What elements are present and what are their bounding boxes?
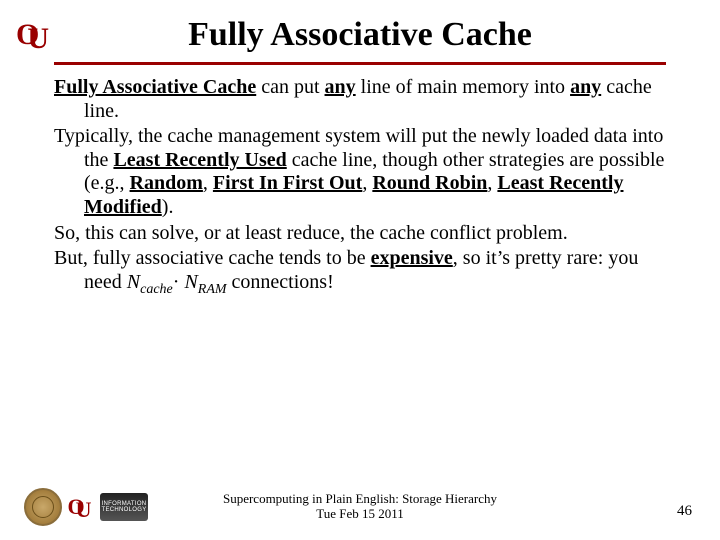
term-lru: Least Recently Used xyxy=(113,149,286,171)
paragraph-1: Fully Associative Cache can put any line… xyxy=(54,76,670,123)
paragraph-2: Typically, the cache management system w… xyxy=(54,125,670,219)
paragraph-4: But, fully associative cache tends to be… xyxy=(54,247,670,298)
term-round-robin: Round Robin xyxy=(372,172,487,194)
slide-title: Fully Associative Cache xyxy=(0,16,720,54)
title-underline xyxy=(54,62,666,65)
slide-footer: OU INFORMATION TECHNOLOGY Supercomputing… xyxy=(0,482,720,526)
var-n-ram: NRAM xyxy=(184,271,226,293)
page-number: 46 xyxy=(677,503,692,520)
paragraph-3: So, this can solve, or at least reduce, … xyxy=(54,222,670,246)
slide: OU Fully Associative Cache Fully Associa… xyxy=(0,0,720,540)
term-expensive: expensive xyxy=(371,247,453,269)
term-any-2: any xyxy=(570,76,601,98)
footer-line-1: Supercomputing in Plain English: Storage… xyxy=(223,491,497,506)
term-fully-associative: Fully Associative Cache xyxy=(54,76,256,98)
term-random: Random xyxy=(130,172,203,194)
footer-line-2: Tue Feb 15 2011 xyxy=(316,506,404,521)
term-fifo: First In First Out xyxy=(213,172,362,194)
term-any-1: any xyxy=(325,76,356,98)
footer-text: Supercomputing in Plain English: Storage… xyxy=(0,492,720,522)
var-n-cache: Ncache xyxy=(127,271,173,293)
slide-body: Fully Associative Cache can put any line… xyxy=(54,76,670,300)
